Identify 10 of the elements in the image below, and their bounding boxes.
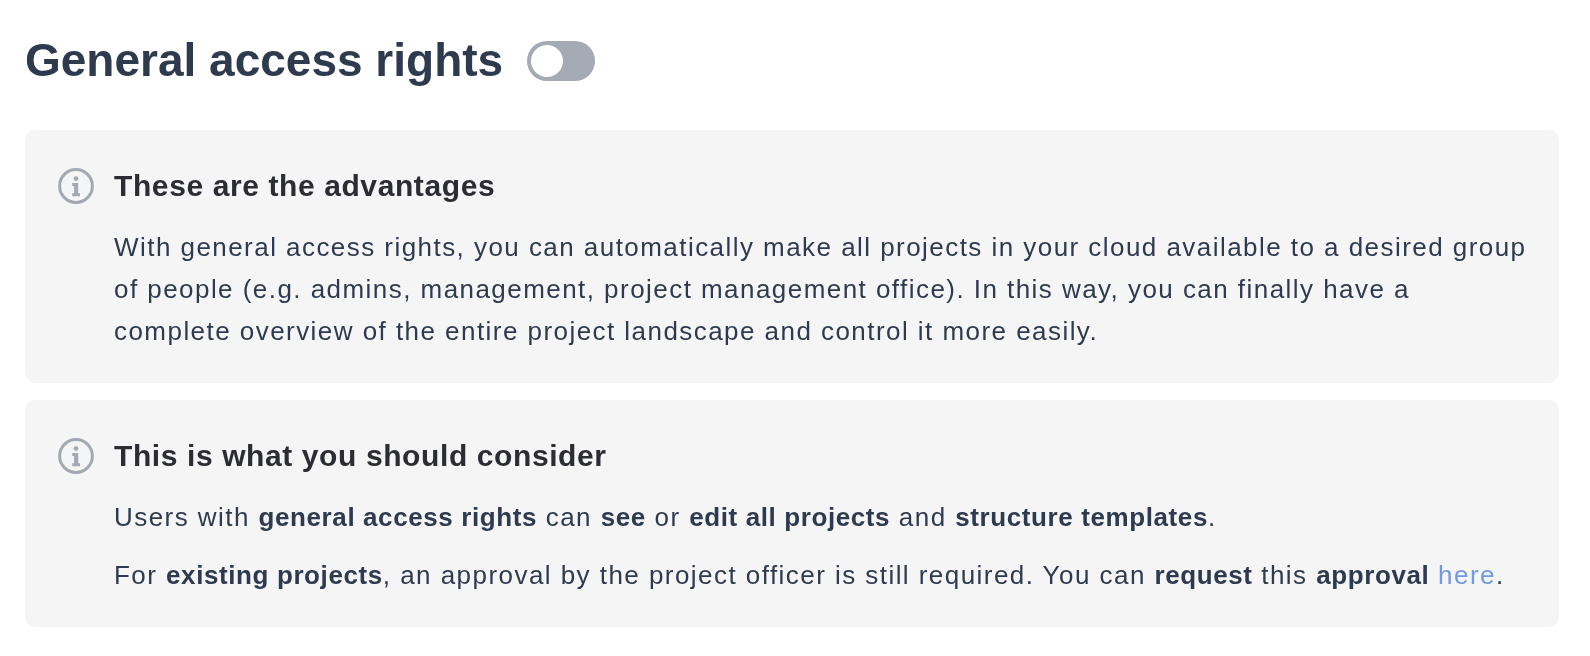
info-icon [58,438,94,474]
notice-heading: These are the advantages [114,168,497,204]
notice-text: Users with general access rights can see or edit all projects and structure templates. [114,501,1218,534]
page-title: General access rights [25,33,504,88]
toggle-switch[interactable] [527,40,596,81]
inline-link[interactable]: here [1438,560,1496,590]
notice-text: For existing projects, an approval by the project officer is still required. You can request this approval here. [114,559,1506,592]
notice-text: With general access rights, you can automatically make all projects in your cloud available to a desired group of people (e.g. admins, management, project management office). In this way, you can finally have a complete overview of the entire project landscape and control it more easily. [114,231,1528,348]
info-icon [58,168,94,204]
notice-heading: This is what you should consider [114,438,608,474]
